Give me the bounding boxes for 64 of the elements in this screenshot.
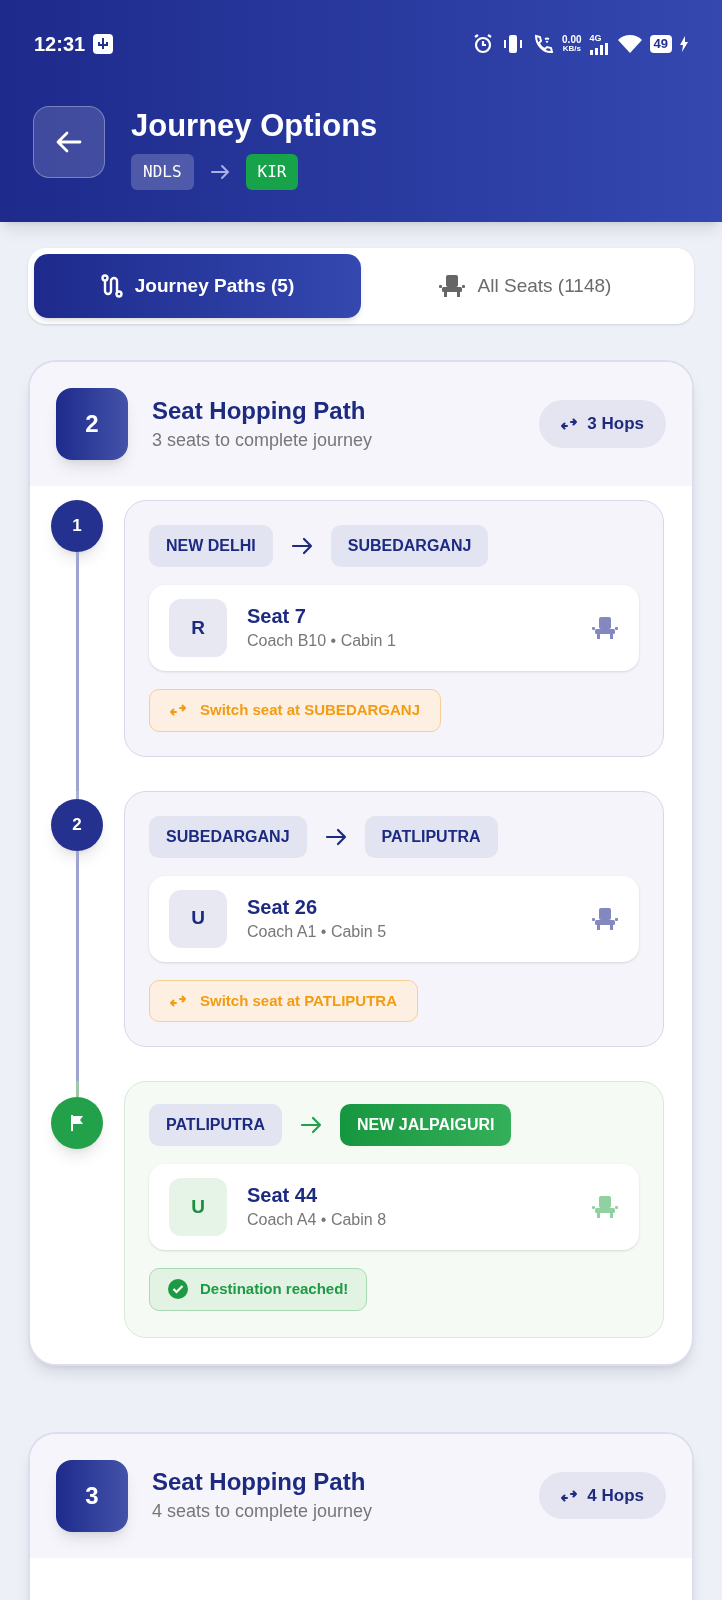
hops-count: 3 Hops — [587, 413, 644, 436]
seat-details: Coach A4 • Cabin 8 — [247, 1210, 388, 1230]
vibrate-icon — [502, 33, 525, 55]
network-speed-unit: KB/s — [562, 45, 581, 53]
seat-card[interactable]: U Seat 44 Coach A4 • Cabin 8 — [149, 1164, 639, 1250]
station-chip: PATLIPUTRA — [364, 815, 498, 858]
tab[interactable]: All Seats (1148) — [361, 254, 688, 318]
back-arrow-icon — [56, 131, 82, 153]
station-chip: SUBEDARGANJ — [149, 815, 307, 858]
path-subtitle: 4 seats to complete journey — [152, 1500, 374, 1523]
step-number: 2 — [51, 798, 103, 851]
usb-icon — [93, 34, 114, 54]
swap-arrows-icon — [170, 994, 186, 1007]
wifi-icon — [617, 34, 642, 54]
station-chip: NEW JALPAIGURI — [339, 1104, 512, 1146]
tab[interactable]: Journey Paths (5) — [34, 254, 361, 318]
network-type: 4G — [589, 33, 602, 43]
path-subtitle: 3 seats to complete journey — [152, 428, 374, 452]
flag-icon — [68, 1114, 86, 1132]
destination-code: KIR — [245, 154, 299, 190]
battery-indicator: 49 — [649, 35, 672, 53]
signal-icon — [589, 42, 610, 55]
seat-icon — [591, 905, 619, 932]
right-arrow-icon — [324, 827, 347, 846]
swap-arrows-icon — [170, 704, 186, 717]
seat-number: Seat 44 — [247, 1183, 319, 1208]
right-arrow-icon — [299, 1116, 322, 1134]
path-number: 3 — [56, 1459, 128, 1532]
station-chip: NEW DELHI — [149, 525, 273, 567]
step-number: 1 — [51, 500, 103, 552]
right-arrow-icon — [209, 164, 230, 180]
switch-text: Switch seat at PATLIPUTRA — [200, 990, 397, 1011]
station-chip: PATLIPUTRA — [149, 1104, 282, 1146]
berth-letter: R — [169, 599, 227, 657]
seat-details: Coach B10 • Cabin 1 — [247, 631, 397, 651]
page-title: Journey Options — [131, 107, 378, 145]
swap-arrows-icon — [561, 418, 578, 430]
berth-letter: U — [169, 889, 227, 948]
swap-arrows-icon — [561, 1489, 578, 1502]
route-icon — [100, 274, 123, 298]
seat-number: Seat 26 — [247, 894, 319, 920]
switch-text: Switch seat at SUBEDARGANJ — [200, 700, 421, 720]
destination-text: Destination reached! — [200, 1279, 349, 1299]
seat-number: Seat 7 — [247, 604, 307, 629]
seat-icon — [591, 615, 619, 641]
right-arrow-icon — [290, 537, 313, 555]
seat-details: Coach A1 • Cabin 5 — [247, 921, 388, 942]
path-number: 2 — [56, 388, 128, 460]
origin-code: NDLS — [131, 154, 194, 190]
berth-letter: U — [169, 1178, 227, 1236]
seat-card[interactable]: R Seat 7 Coach B10 • Cabin 1 — [149, 585, 639, 671]
path-title: Seat Hopping Path — [152, 395, 367, 426]
seat-icon — [437, 273, 466, 299]
back-button[interactable] — [33, 106, 105, 178]
seat-card[interactable]: U Seat 26 Coach A1 • Cabin 5 — [149, 875, 639, 962]
wifi-call-icon — [532, 33, 555, 55]
path-title: Seat Hopping Path — [152, 1467, 367, 1497]
station-chip: SUBEDARGANJ — [330, 525, 489, 567]
check-circle-icon — [168, 1279, 188, 1300]
seat-icon — [591, 1194, 619, 1220]
network-speed: 0.00 — [562, 35, 582, 45]
clock-time: 12:31 — [34, 32, 86, 57]
hops-count: 4 Hops — [587, 1484, 644, 1507]
charging-icon — [680, 36, 688, 52]
